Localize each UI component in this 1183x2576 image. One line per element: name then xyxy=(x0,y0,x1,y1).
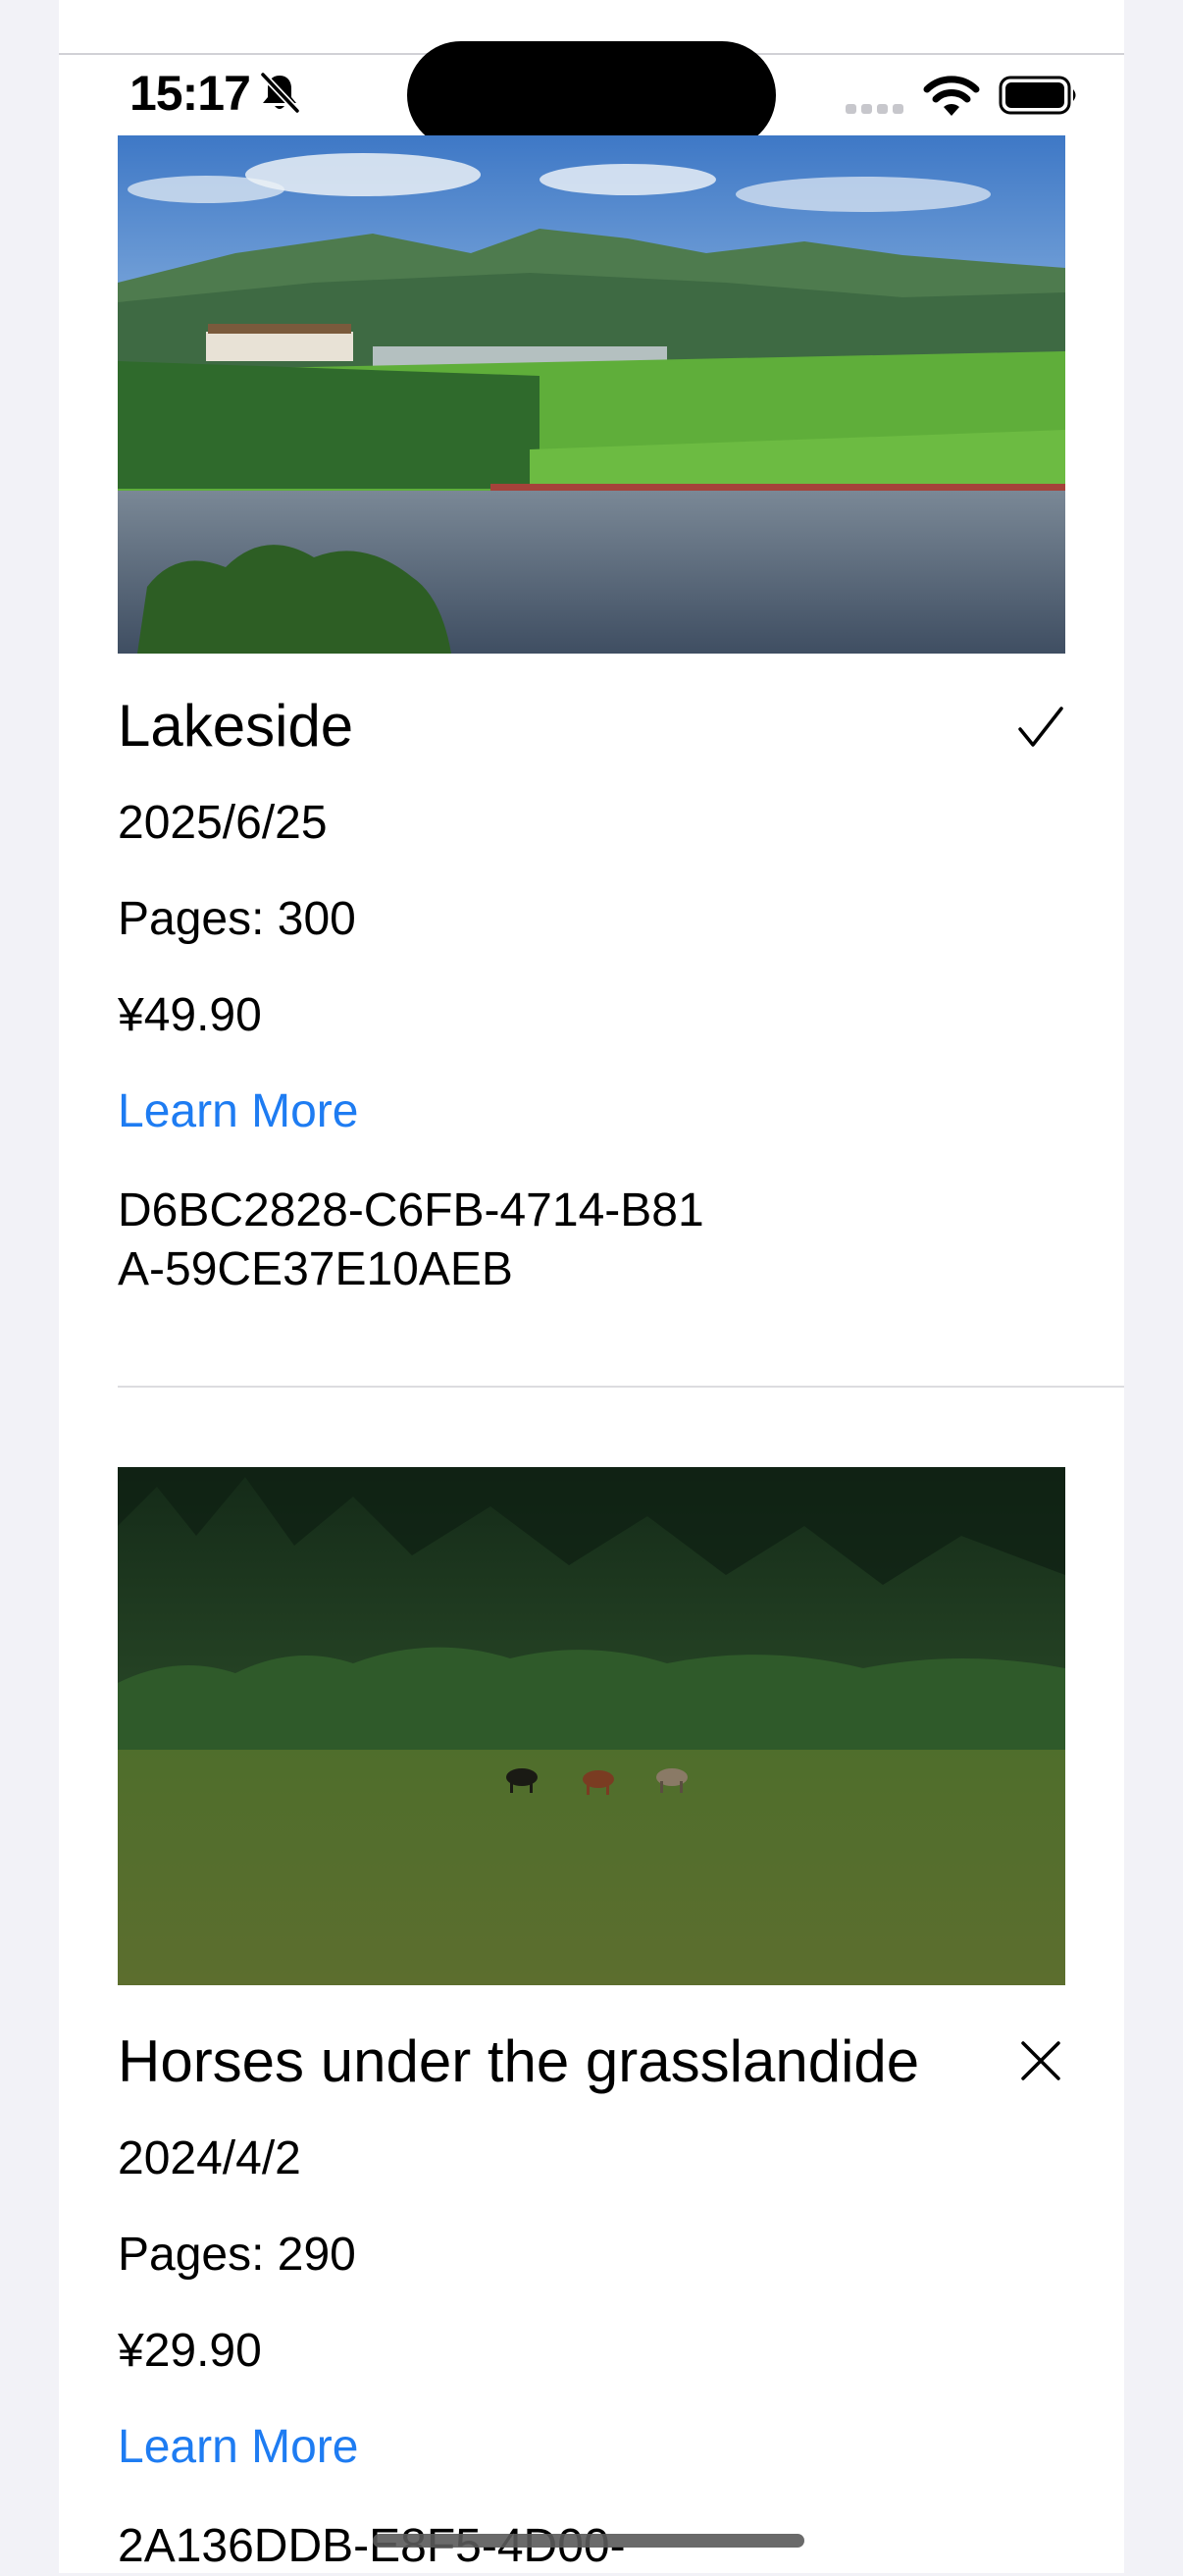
item-title: Horses under the grasslandide xyxy=(118,2028,920,2094)
horses-grassland-photo xyxy=(118,1467,1065,1985)
bell-slash-icon xyxy=(259,71,301,115)
item-pages: Pages: 290 xyxy=(118,2229,356,2281)
learn-more-link[interactable]: Learn More xyxy=(118,2419,358,2476)
xmark-icon xyxy=(1021,2041,1060,2080)
item-price: ¥29.90 xyxy=(118,2325,262,2377)
row-divider xyxy=(118,1386,1124,1388)
item-title: Lakeside xyxy=(118,693,354,759)
item-id: D6BC2828-C6FB-4714-B81A-59CE37E10AEB xyxy=(118,1184,704,1295)
home-indicator[interactable] xyxy=(373,2534,804,2548)
lakeside-landscape-photo xyxy=(118,135,1065,654)
cellular-signal-icon xyxy=(846,104,903,114)
item-date: 2024/4/2 xyxy=(118,2132,301,2184)
learn-more-link[interactable]: Learn More xyxy=(118,1083,358,1140)
dynamic-island xyxy=(407,41,776,149)
wifi-icon xyxy=(923,76,980,116)
item-pages: Pages: 300 xyxy=(118,893,356,945)
item-price: ¥49.90 xyxy=(118,989,262,1041)
battery-icon xyxy=(999,76,1076,115)
item-date: 2025/6/25 xyxy=(118,797,328,849)
checkmark-icon xyxy=(1018,707,1063,747)
status-time: 15:17 xyxy=(129,66,251,121)
